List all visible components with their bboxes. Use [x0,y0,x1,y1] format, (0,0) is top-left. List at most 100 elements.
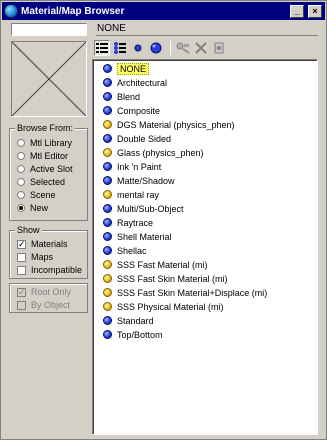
radio-button[interactable] [17,165,25,173]
show-group: Show ✓ Materials Maps Incompatible [9,225,88,279]
material-map-browser-window: Material/Map Browser _ × NONE Browse Fro… [0,0,327,440]
delete-icon[interactable] [193,40,209,56]
small-icons-icon[interactable] [130,40,146,56]
list-item[interactable]: Matte/Shadow [103,174,175,187]
empty-preview-icon [12,42,86,116]
large-icons-icon[interactable] [148,40,164,56]
checkbox-maps[interactable]: Maps [17,251,53,263]
list-item-label: Architectural [117,77,168,88]
checkbox-materials[interactable]: ✓ Materials [17,238,68,250]
checkbox-incompatible[interactable]: Incompatible [17,264,82,276]
clear-material-library-icon[interactable] [211,40,227,56]
radio-label: Scene [30,190,56,200]
material-sphere-icon [103,316,112,325]
checkbox[interactable] [17,265,26,275]
radio-scene[interactable]: Scene [17,189,56,201]
list-item[interactable]: Standard [103,314,154,327]
checkbox[interactable]: ✓ [17,287,26,297]
checkbox-label: Materials [31,239,68,249]
mental-ray-sphere-icon [103,190,112,199]
radio-label: Active Slot [30,164,73,174]
list-item[interactable]: Raytrace [103,216,153,229]
browser-toolbar [94,39,326,57]
radio-selected[interactable]: Selected [17,176,65,188]
list-item[interactable]: Glass (physics_phen) [103,146,204,159]
radio-button[interactable] [17,204,25,212]
radio-button[interactable] [17,178,25,186]
mental-ray-sphere-icon [103,274,112,283]
list-item[interactable]: SSS Fast Skin Material+Displace (mi) [103,286,267,299]
window-title: Material/Map Browser [21,5,125,17]
material-list[interactable]: NONE Architectural Blend Composite DGS M… [92,59,318,435]
radio-button[interactable] [17,139,25,147]
list-item[interactable]: Architectural [103,76,167,89]
update-scene-materials-icon[interactable] [175,40,191,56]
list-item-label: Matte/Shadow [117,175,175,186]
mental-ray-sphere-icon [103,148,112,157]
list-item[interactable]: mental ray [103,188,159,201]
list-item[interactable]: Double Sided [103,132,171,145]
list-item-label: Double Sided [117,133,172,144]
list-item-label: SSS Physical Material (mi) [117,301,224,312]
material-sphere-icon [103,92,112,101]
list-item[interactable]: SSS Fast Skin Material (mi) [103,272,228,285]
list-item-label: Shell Material [117,231,172,242]
material-preview [11,41,87,117]
minimize-button[interactable]: _ [290,4,304,18]
close-button[interactable]: × [308,4,322,18]
list-item[interactable]: Multi/Sub-Object [103,202,184,215]
list-item[interactable]: Ink 'n Paint [103,160,161,173]
mental-ray-sphere-icon [103,302,112,311]
list-item-label: NONE [117,62,150,75]
radio-button[interactable] [17,191,25,199]
mental-ray-sphere-icon [103,288,112,297]
title-bar[interactable]: Material/Map Browser _ × [2,2,325,20]
list-item[interactable]: Blend [103,90,140,103]
list-item[interactable]: SSS Physical Material (mi) [103,300,224,313]
list-item-label: DGS Material (physics_phen) [117,119,235,130]
radio-label: Selected [30,177,66,187]
selected-name-display: NONE [96,22,318,36]
list-item[interactable]: DGS Material (physics_phen) [103,118,235,131]
list-item[interactable]: Shellac [103,244,147,257]
checkbox[interactable] [17,252,26,262]
list-item-label: Composite [117,105,161,116]
list-item-label: Multi/Sub-Object [117,203,184,214]
checkbox-root-only[interactable]: ✓ Root Only [17,286,71,298]
mental-ray-sphere-icon [103,260,112,269]
radio-active-slot[interactable]: Active Slot [17,163,73,175]
radio-label: Mtl Library [30,138,73,148]
list-item[interactable]: Composite [103,104,160,117]
list-item[interactable]: Top/Bottom [103,328,163,341]
material-sphere-icon [103,78,112,87]
radio-button[interactable] [17,152,25,160]
list-item[interactable]: SSS Fast Material (mi) [103,258,208,271]
list-item-label: Top/Bottom [117,329,163,340]
material-sphere-icon [103,64,112,73]
show-title: Show [15,225,42,236]
checkbox-by-object[interactable]: By Object [17,299,70,311]
list-item[interactable]: NONE [103,62,150,75]
view-list-icon[interactable] [94,40,110,56]
list-item-label: Glass (physics_phen) [117,147,204,158]
material-sphere-icon [103,106,112,115]
list-item[interactable]: Shell Material [103,230,172,243]
radio-new[interactable]: New [17,202,48,214]
list-item-label: SSS Fast Skin Material+Displace (mi) [117,287,268,298]
material-name-field[interactable] [11,23,87,36]
material-sphere-icon [103,330,112,339]
radio-mtl-library[interactable]: Mtl Library [17,137,72,149]
checkbox[interactable] [17,300,26,310]
list-item-label: Blend [117,91,141,102]
checkbox-label: By Object [31,300,71,310]
material-sphere-icon [103,246,112,255]
radio-mtl-editor[interactable]: Mtl Editor [17,150,68,162]
list-item-label: Shellac [117,245,147,256]
list-item-label: Standard [117,315,154,326]
list-item-label: SSS Fast Skin Material (mi) [117,273,228,284]
material-sphere-icon [103,232,112,241]
mental-ray-sphere-icon [103,120,112,129]
checkbox[interactable]: ✓ [17,239,26,249]
material-sphere-icon [103,176,112,185]
view-list-icons-icon[interactable] [112,40,128,56]
